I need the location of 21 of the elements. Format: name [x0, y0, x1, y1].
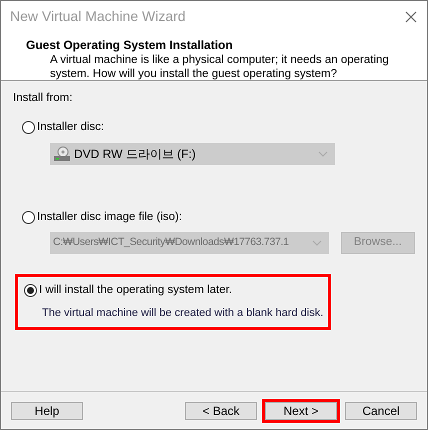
window-title: New Virtual Machine Wizard — [10, 7, 186, 26]
group-label: Install from: — [13, 91, 74, 106]
close-icon[interactable] — [405, 10, 417, 22]
dialog-button[interactable]: < Back — [185, 402, 257, 420]
field-value: DVD RW 드라이브 (F:) — [74, 146, 196, 162]
dialog-button[interactable]: Next > — [265, 402, 337, 420]
disc-drive-icon — [53, 146, 71, 162]
section-title: Guest Operating System Installation — [26, 38, 234, 53]
field-value: C:₩Users₩ICT_Security₩Downloads₩17763.737.1 — [53, 234, 289, 250]
dialog-button[interactable]: Cancel — [345, 402, 417, 420]
dialog-button[interactable]: Help — [11, 402, 83, 420]
radio-button[interactable] — [22, 121, 35, 134]
chevron-down-icon — [312, 240, 322, 246]
description-text: A virtual machine is like a physical computer; it needs an operating system. How will you install the guest operating system? — [49, 53, 390, 81]
option-note: The virtual machine will be created with a blank hard disk. — [41, 306, 324, 321]
option-label[interactable]: Installer disc image file (iso): — [37, 208, 182, 226]
chevron-down-icon — [318, 150, 328, 156]
radio-button[interactable] — [22, 210, 35, 224]
radio-button[interactable] — [24, 284, 37, 297]
option-label[interactable]: I will install the operating system later. — [39, 282, 232, 299]
option-label[interactable]: Installer disc: — [37, 119, 104, 136]
